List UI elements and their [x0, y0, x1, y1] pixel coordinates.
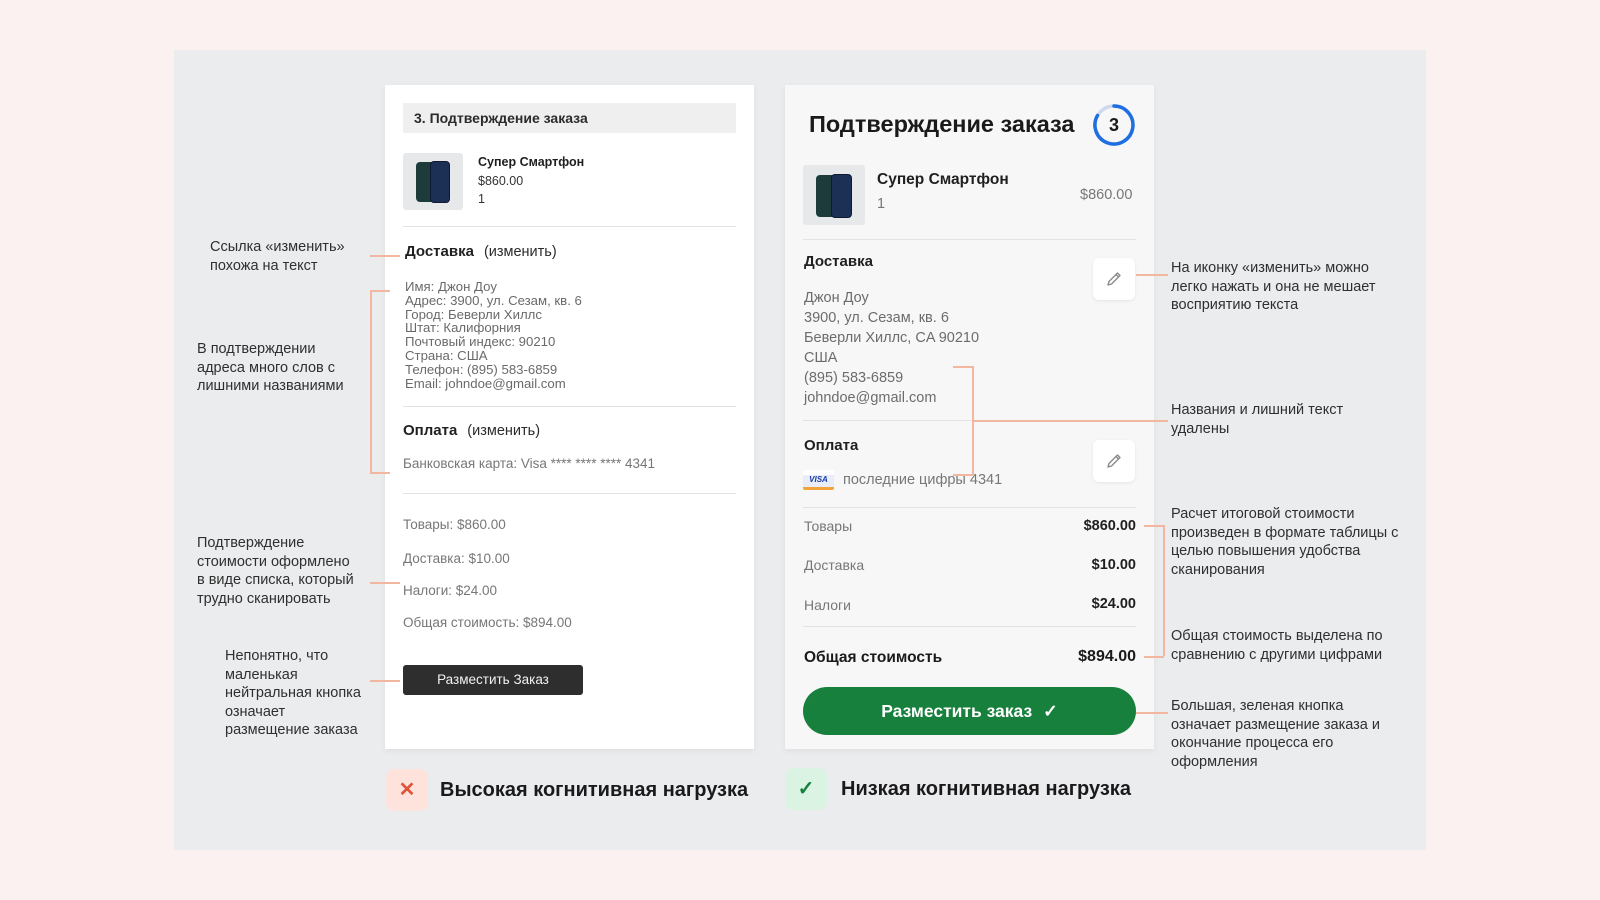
- note-edit-icon: На иконку «изменить» можно легко нажать …: [1171, 260, 1376, 313]
- taxes-cost: Налоги: $24.00: [403, 583, 498, 598]
- address-line: johndoe@gmail.com: [804, 390, 937, 406]
- address-line: Страна: США: [405, 347, 488, 363]
- items-label: Товары: [804, 518, 853, 534]
- product-name: Супер Смартфон: [877, 171, 1009, 188]
- annotation-line: [370, 255, 400, 257]
- card-info: Банковская карта: Visa **** **** **** 43…: [403, 456, 655, 471]
- total-label: Общая стоимость: [804, 649, 943, 666]
- annotation-bracket: [1144, 525, 1164, 527]
- bad-checkout-card: 3. Подтверждение заказа Супер Смартфон $…: [385, 85, 754, 749]
- note-green-button: Большая, зеленая кнопка означает размеще…: [1171, 698, 1380, 770]
- delivery-edit-link[interactable]: (изменить): [484, 244, 557, 260]
- address-line: Штат: Калифорния: [405, 320, 521, 336]
- product-name: Супер Смартфон: [478, 155, 585, 169]
- address-line: 3900, ул. Сезам, кв. 6: [804, 310, 949, 326]
- annotation-line: [1136, 712, 1168, 714]
- payment-section-title: Оплата: [804, 437, 859, 454]
- address-line: Email: johndoe@gmail.com: [405, 375, 566, 391]
- delivery-section-title: Доставка: [804, 253, 873, 270]
- delivery-cost: Доставка: $10.00: [403, 551, 510, 566]
- delivery-section-title: Доставка (изменить): [405, 243, 557, 260]
- divider: [403, 406, 736, 407]
- good-checkout-card: Подтверждение заказа 3 Супер Смартфон 1 …: [785, 85, 1154, 749]
- delivery-edit-button[interactable]: [1093, 258, 1135, 300]
- bad-verdict-label: Высокая когнитивная нагрузка: [440, 779, 749, 801]
- step-indicator: 3: [1092, 103, 1136, 147]
- payment-edit-button[interactable]: [1093, 440, 1135, 482]
- pencil-icon: [1107, 454, 1121, 468]
- check-icon: ✓: [785, 768, 827, 810]
- address-line: Почтовый индекс: 90210: [405, 334, 556, 350]
- step-number: 3: [1108, 115, 1119, 135]
- delivery-label: Доставка: [804, 557, 865, 573]
- place-order-button[interactable]: Разместить Заказ: [403, 665, 583, 695]
- delivery-value: $10.00: [1091, 557, 1136, 573]
- annotation-line: [370, 582, 400, 584]
- grand-total: Общая стоимость: $894.00: [403, 615, 572, 630]
- items-value: $860.00: [1083, 518, 1136, 534]
- address-line: Беверли Хиллс, CA 90210: [804, 330, 980, 346]
- address-line: (895) 583-6859: [804, 370, 904, 386]
- address-block: Имя: Джон Доу Адрес: 3900, ул. Сезам, кв…: [405, 280, 705, 390]
- payment-section-title: Оплата (изменить): [403, 422, 541, 439]
- note-removed-text: Названия и лишний текст удалены: [1171, 402, 1344, 437]
- address-line: Город: Беверли Хиллс: [405, 306, 542, 322]
- address-block: Джон Доу 3900, ул. Сезам, кв. 6 Беверли …: [804, 288, 979, 408]
- address-line: Имя: Джон Доу: [405, 279, 497, 294]
- product-thumbnail: [803, 165, 865, 225]
- divider: [803, 507, 1136, 508]
- annotation-line: [370, 680, 400, 682]
- address-line: Джон Доу: [804, 290, 869, 306]
- card-info: последние цифры 4341: [843, 472, 1003, 488]
- annotation-line: [1136, 274, 1168, 276]
- divider: [803, 239, 1136, 240]
- taxes-label: Налоги: [804, 597, 851, 613]
- total-value: $894.00: [1078, 648, 1136, 665]
- annotation-bracket: [953, 366, 973, 368]
- check-icon: ✓: [1043, 701, 1058, 721]
- good-verdict-label: Низкая когнитивная нагрузка: [841, 778, 1131, 800]
- note-address: В подтверждении адреса много слов с лишн…: [197, 341, 344, 394]
- note-table-format: Расчет итоговой стоимости произведен в ф…: [1171, 506, 1399, 578]
- divider: [803, 626, 1136, 627]
- product-price: $860.00: [478, 174, 524, 188]
- bad-header: 3. Подтверждение заказа: [403, 103, 736, 133]
- taxes-value: $24.00: [1091, 596, 1136, 612]
- visa-card-icon: VISA: [803, 470, 834, 490]
- pencil-icon: [1107, 272, 1121, 286]
- place-order-button[interactable]: Разместить заказ ✓: [803, 687, 1136, 735]
- divider: [403, 226, 736, 227]
- address-line: Адрес: 3900, ул. Сезам, кв. 6: [405, 292, 582, 308]
- payment-edit-link[interactable]: (изменить): [467, 423, 540, 439]
- address-line: США: [804, 350, 838, 366]
- items-total: Товары: $860.00: [403, 517, 506, 532]
- address-line: Телефон: (895) 583-6859: [405, 361, 558, 377]
- product-price: $860.00: [1080, 187, 1133, 203]
- note-small-button: Непонятно, что маленькая нейтральная кно…: [225, 648, 361, 738]
- cross-icon: ✕: [386, 769, 428, 811]
- note-edit-link: Ссылка «изменить» похожа на текст: [210, 239, 345, 274]
- divider: [403, 493, 736, 494]
- annotation-bracket: [370, 290, 372, 473]
- product-qty: 1: [478, 192, 485, 206]
- product-qty: 1: [877, 196, 886, 212]
- note-cost-list: Подтверждение стоимости оформлено в виде…: [197, 535, 354, 607]
- note-total-highlight: Общая стоимость выделена по сравнению с …: [1171, 628, 1383, 663]
- product-thumbnail: [403, 153, 463, 210]
- page-title: Подтверждение заказа: [809, 111, 1075, 137]
